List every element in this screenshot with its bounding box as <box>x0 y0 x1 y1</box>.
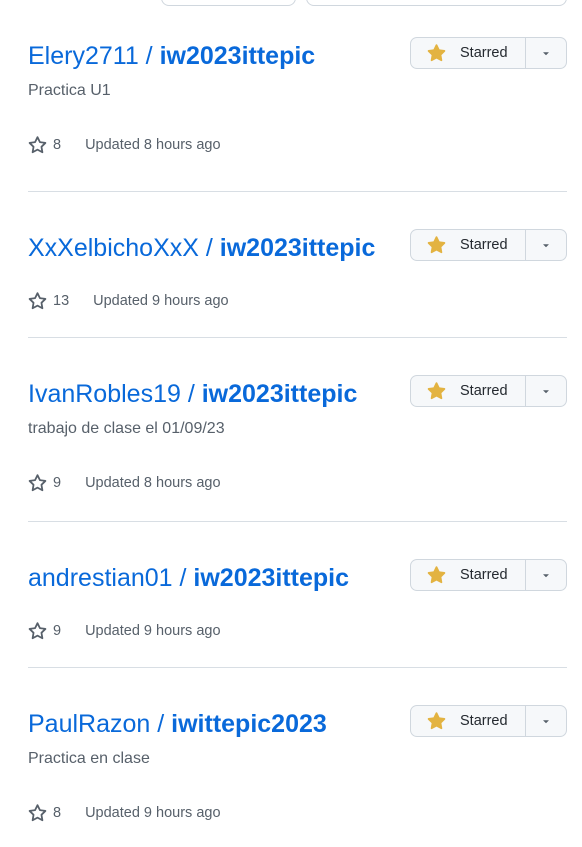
repo-separator: / <box>180 380 202 408</box>
repo-separator: / <box>150 710 172 738</box>
triangle-down-icon <box>540 239 552 251</box>
repo-name: iw2023ittepic <box>201 380 358 408</box>
repo-list-item: andrestian01 / iw2023ittepic 9 Updated 9 h… <box>28 522 567 668</box>
star-count: 9 <box>53 475 62 491</box>
stargazers-link[interactable]: 8 <box>28 135 62 155</box>
starred-label: Starred <box>460 383 508 399</box>
repo-list-item: IvanRobles19 / iw2023ittepic trabajo de c… <box>28 338 567 522</box>
starred-button-group: Starred <box>410 705 567 737</box>
star-list-dropdown-button[interactable] <box>525 706 566 736</box>
starred-button-group: Starred <box>410 229 567 261</box>
triangle-down-icon <box>540 569 552 581</box>
updated-time: Updated 8 hours ago <box>85 475 221 491</box>
starred-button-group: Starred <box>410 37 567 69</box>
stargazers-link[interactable]: 9 <box>28 621 62 641</box>
updated-time: Updated 9 hours ago <box>85 623 221 639</box>
updated-time: Updated 9 hours ago <box>85 805 221 821</box>
star-icon <box>28 135 53 155</box>
repo-owner: Elery2711 <box>28 42 139 70</box>
repo-list-item: PaulRazon / iwittepic2023 Practica en cla… <box>28 668 567 847</box>
starred-label: Starred <box>460 713 508 729</box>
starred-label: Starred <box>460 237 508 253</box>
star-icon <box>28 803 53 823</box>
star-list-dropdown-button[interactable] <box>525 230 566 260</box>
starred-button[interactable]: Starred <box>411 376 525 406</box>
stargazers-link[interactable]: 9 <box>28 473 62 493</box>
repo-description: Practica U1 <box>28 82 111 99</box>
repo-meta: 8 Updated 9 hours ago <box>28 802 567 824</box>
star-count: 9 <box>53 623 62 639</box>
stargazers-link[interactable]: 13 <box>28 291 70 311</box>
repo-meta: 8 Updated 8 hours ago <box>28 134 567 156</box>
repo-owner: XxXelbichoXxX <box>28 234 199 262</box>
stargazers-link[interactable]: 8 <box>28 803 62 823</box>
star-fill-icon <box>427 235 460 255</box>
repo-owner: PaulRazon <box>28 710 151 738</box>
starred-button[interactable]: Starred <box>411 560 525 590</box>
star-count: 8 <box>53 137 62 153</box>
starred-button[interactable]: Starred <box>411 230 525 260</box>
star-icon <box>28 291 53 311</box>
repo-description: trabajo de clase el 01/09/23 <box>28 420 225 437</box>
repo-name: iw2023ittepic <box>193 564 350 592</box>
star-list-dropdown-button[interactable] <box>525 376 566 406</box>
starred-button-group: Starred <box>410 375 567 407</box>
repo-list-item: XxXelbichoXxX / iw2023ittepic 13 Updated 9… <box>28 192 567 338</box>
repo-separator: / <box>172 564 194 592</box>
repo-meta: 13 Updated 9 hours ago <box>28 290 567 312</box>
star-list-dropdown-button[interactable] <box>525 38 566 68</box>
repo-name: iwittepic2023 <box>171 710 327 738</box>
star-icon <box>28 621 53 641</box>
star-fill-icon <box>427 711 460 731</box>
repo-separator: / <box>138 42 160 70</box>
repo-list-item: Elery2711 / iw2023ittepic Practica U1 8 Upd… <box>28 0 567 192</box>
star-icon <box>28 473 53 493</box>
repo-description: Practica en clase <box>28 750 150 767</box>
repo-owner: andrestian01 <box>28 564 173 592</box>
repo-name: iw2023ittepic <box>159 42 316 70</box>
updated-time: Updated 8 hours ago <box>85 137 221 153</box>
star-fill-icon <box>427 565 460 585</box>
triangle-down-icon <box>540 715 552 727</box>
starred-button-group: Starred <box>410 559 567 591</box>
repo-owner: IvanRobles19 <box>28 380 181 408</box>
triangle-down-icon <box>540 47 552 59</box>
starred-button[interactable]: Starred <box>411 706 525 736</box>
starred-button[interactable]: Starred <box>411 38 525 68</box>
repo-name: iw2023ittepic <box>219 234 376 262</box>
repo-separator: / <box>198 234 220 262</box>
star-count: 13 <box>53 293 70 309</box>
star-count: 8 <box>53 805 62 821</box>
repo-meta: 9 Updated 8 hours ago <box>28 472 567 494</box>
star-fill-icon <box>427 381 460 401</box>
updated-time: Updated 9 hours ago <box>93 293 229 309</box>
repo-meta: 9 Updated 9 hours ago <box>28 620 567 642</box>
star-fill-icon <box>427 43 460 63</box>
starred-repo-list: Elery2711 / iw2023ittepic Practica U1 8 Upd… <box>28 0 567 847</box>
starred-label: Starred <box>460 45 508 61</box>
triangle-down-icon <box>540 385 552 397</box>
star-list-dropdown-button[interactable] <box>525 560 566 590</box>
starred-label: Starred <box>460 567 508 583</box>
